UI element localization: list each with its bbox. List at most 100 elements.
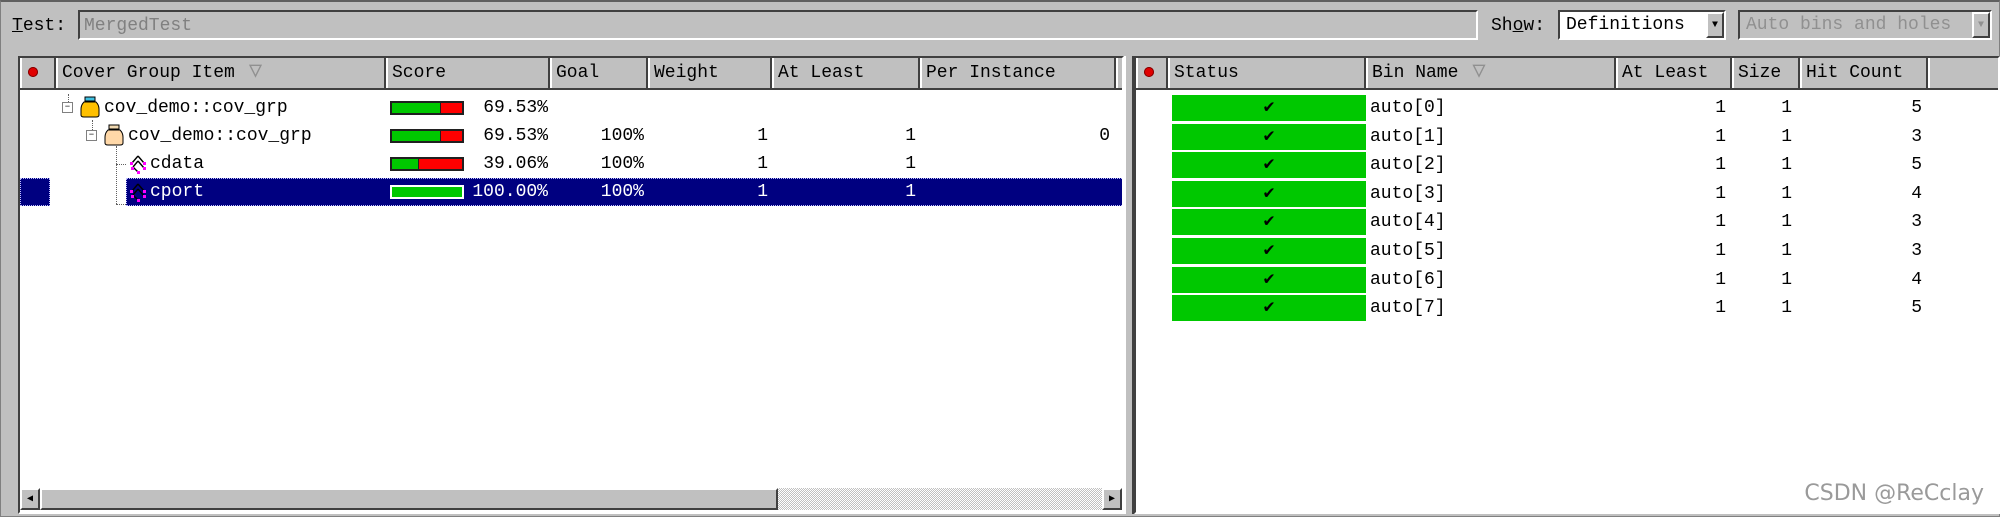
header-cover-group-item[interactable]: Cover Group Item ▽: [56, 58, 386, 88]
item-name: cport: [150, 182, 205, 202]
scrollbar-thumb[interactable]: [40, 488, 778, 510]
item-name: cov_demo::cov_grp: [104, 98, 288, 118]
table-row[interactable]: ✔ auto[3] 1 1 4: [1136, 180, 1998, 208]
test-name-field[interactable]: MergedTest: [78, 10, 1478, 40]
header-bin-name[interactable]: Bin Name ▽: [1366, 58, 1616, 88]
covergroup-instance-jar-icon: [104, 124, 124, 146]
at-least-value: 1: [1715, 212, 1726, 233]
horizontal-scrollbar[interactable]: ◀ ▶: [20, 488, 1122, 510]
watermark: CSDN @ReCclay: [1804, 481, 1984, 506]
score-bar-fill: [392, 131, 441, 141]
chevron-down-icon[interactable]: ▼: [1706, 12, 1724, 38]
status-covered: ✔: [1172, 295, 1366, 322]
at-least-value: 1: [1715, 298, 1726, 319]
weight-value: 1: [757, 154, 768, 174]
bin-filter-value: Auto bins and holes: [1746, 15, 1952, 35]
score-value: 69.53%: [483, 126, 548, 146]
header-weight[interactable]: Weight: [648, 58, 772, 88]
score-bar-fill: [392, 159, 420, 169]
table-row[interactable]: ✔ auto[2] 1 1 5: [1136, 151, 1998, 179]
show-dropdown-value: Definitions: [1566, 15, 1685, 35]
table-row[interactable]: ✔ auto[7] 1 1 5: [1136, 294, 1998, 322]
score-bar: [390, 157, 464, 171]
size-value: 1: [1781, 212, 1792, 233]
bin-name: auto[2]: [1370, 155, 1446, 176]
arrow-right-icon: ▶: [1108, 494, 1116, 505]
size-value: 1: [1781, 241, 1792, 261]
table-row-selected[interactable]: cport 100.00% 100% 1 1: [20, 178, 1122, 206]
per-instance-value: 0: [1099, 126, 1110, 146]
table-row[interactable]: ✔ auto[6] 1 1 4: [1136, 266, 1998, 294]
header-at-least[interactable]: At Least: [1616, 58, 1732, 88]
table-row[interactable]: − cov_demo::cov_grp 69.53%: [20, 94, 1122, 122]
checkmark-icon: ✔: [1263, 298, 1275, 319]
coverpoint-icon: [130, 155, 146, 174]
header-overflow[interactable]: [1116, 58, 1122, 88]
checkmark-icon: ✔: [1263, 155, 1275, 176]
collapse-toggle-icon[interactable]: −: [86, 130, 97, 141]
score-value: 69.53%: [483, 98, 548, 118]
table-row[interactable]: − cov_demo::cov_grp 69.53% 100% 1 1 0: [20, 122, 1122, 150]
table-row[interactable]: cdata 39.06% 100% 1 1: [20, 150, 1122, 178]
status-covered: ✔: [1172, 123, 1366, 150]
status-covered: ✔: [1172, 152, 1366, 179]
table-row[interactable]: ✔ auto[4] 1 1 3: [1136, 208, 1998, 236]
pane-splitter[interactable]: [1124, 56, 1134, 514]
arrow-left-icon: ◀: [26, 494, 34, 505]
score-bar: [390, 101, 464, 115]
bin-name: auto[6]: [1370, 269, 1446, 290]
header-per-instance[interactable]: Per Instance: [920, 58, 1116, 88]
table-row[interactable]: ✔ auto[5] 1 1 3: [1136, 237, 1998, 265]
table-row[interactable]: ✔ auto[0] 1 1 5: [1136, 94, 1998, 122]
sort-triangle-icon: ▽: [248, 59, 263, 84]
weight-value: 1: [757, 126, 768, 146]
header-size[interactable]: Size: [1732, 58, 1800, 88]
show-label: Show:: [1491, 16, 1546, 36]
scroll-left-button[interactable]: ◀: [20, 488, 40, 510]
header-goal[interactable]: Goal: [550, 58, 648, 88]
item-name: cov_demo::cov_grp: [128, 126, 312, 146]
hit-count-value: 5: [1911, 98, 1922, 118]
bin-filter-dropdown[interactable]: Auto bins and holes ▼: [1738, 10, 1992, 40]
checkmark-icon: ✔: [1263, 212, 1275, 233]
chevron-down-icon[interactable]: ▼: [1972, 12, 1990, 38]
at-least-value: 1: [1715, 126, 1726, 147]
header-at-least[interactable]: At Least: [772, 58, 920, 88]
header-label: Cover Group Item: [62, 63, 235, 83]
table-row[interactable]: ✔ auto[1] 1 1 3: [1136, 123, 1998, 151]
show-dropdown[interactable]: Definitions ▼: [1558, 10, 1726, 40]
hit-count-value: 3: [1911, 241, 1922, 261]
coverpoint-icon: [130, 183, 146, 202]
hit-count-value: 4: [1911, 183, 1922, 204]
hit-count-value: 5: [1911, 298, 1922, 319]
collapse-toggle-icon[interactable]: −: [62, 102, 73, 113]
covergroup-tree-table: Cover Group Item ▽ Score Goal Weight At L…: [18, 56, 1124, 514]
scroll-right-button[interactable]: ▶: [1102, 488, 1122, 510]
size-value: 1: [1781, 298, 1792, 319]
status-covered: ✔: [1172, 209, 1366, 236]
header-hit-count[interactable]: Hit Count: [1800, 58, 1928, 88]
red-dot-icon: [28, 67, 38, 77]
bin-name: auto[3]: [1370, 183, 1446, 204]
at-least-value: 1: [905, 154, 916, 174]
header-filler: [1928, 58, 1998, 88]
checkmark-icon: ✔: [1263, 183, 1275, 204]
checkmark-icon: ✔: [1263, 126, 1275, 147]
toolbar: Test: MergedTest Show: Definitions ▼ Aut…: [0, 8, 2000, 46]
header-marker-column[interactable]: [1136, 58, 1168, 88]
size-value: 1: [1781, 183, 1792, 204]
test-label: Test:: [12, 16, 67, 36]
bin-name: auto[1]: [1370, 126, 1446, 147]
header-score[interactable]: Score: [386, 58, 550, 88]
checkmark-icon: ✔: [1263, 241, 1275, 261]
row-marker: [20, 178, 50, 206]
item-name: cdata: [150, 154, 205, 174]
header-status-column[interactable]: [20, 58, 56, 88]
bin-name: auto[7]: [1370, 298, 1446, 319]
at-least-value: 1: [1715, 98, 1726, 118]
table-header: Cover Group Item ▽ Score Goal Weight At L…: [20, 58, 1122, 90]
at-least-value: 1: [1715, 155, 1726, 176]
size-value: 1: [1781, 126, 1792, 147]
bin-name: auto[0]: [1370, 98, 1446, 118]
header-status[interactable]: Status: [1168, 58, 1366, 88]
